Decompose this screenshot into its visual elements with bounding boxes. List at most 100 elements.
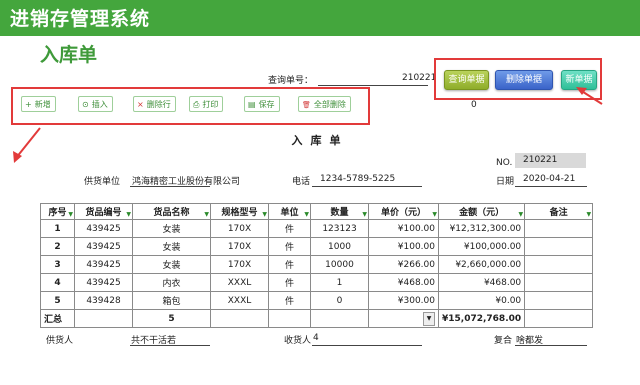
row-index[interactable]: 2 bbox=[40, 237, 75, 256]
column-header[interactable]: 金额（元） ▼ bbox=[437, 203, 526, 220]
spec-cell[interactable]: 170X bbox=[210, 219, 269, 238]
total-empty-cell[interactable] bbox=[210, 309, 269, 328]
date-value[interactable]: 2020-04-21 bbox=[523, 174, 575, 184]
item-code-cell[interactable]: 439425 bbox=[74, 237, 133, 256]
item-name-cell[interactable]: 箱包 bbox=[132, 291, 211, 310]
quantity-cell[interactable]: 1000 bbox=[310, 237, 369, 256]
remark-cell[interactable] bbox=[524, 291, 594, 310]
delete-all-button[interactable]: 🗑 全部删除 bbox=[298, 96, 351, 112]
spec-cell[interactable]: XXXL bbox=[210, 291, 269, 310]
amount-cell[interactable]: ¥100,000.00 bbox=[437, 237, 526, 256]
column-header[interactable]: 备注 ▼ bbox=[524, 203, 594, 220]
item-code-cell[interactable]: 439428 bbox=[74, 291, 133, 310]
column-header[interactable]: 货品名称 ▼ bbox=[132, 203, 211, 220]
column-header[interactable]: 货品编号 ▼ bbox=[74, 203, 133, 220]
column-header[interactable]: 序号 ▼ bbox=[40, 203, 75, 220]
page-number: 0 bbox=[471, 100, 477, 110]
query-number-input[interactable]: 210221 bbox=[402, 73, 436, 83]
total-empty-cell[interactable] bbox=[268, 309, 311, 328]
delete-document-button[interactable]: 删除单据 bbox=[495, 70, 553, 90]
receiver-value[interactable]: 4 bbox=[313, 333, 319, 343]
filter-icon[interactable]: ▼ bbox=[126, 211, 131, 218]
add-button[interactable]: + 新增 bbox=[21, 96, 56, 112]
total-count: 5 bbox=[132, 309, 211, 328]
filter-icon[interactable]: ▼ bbox=[68, 211, 73, 218]
item-name-cell[interactable]: 内衣 bbox=[132, 273, 211, 292]
filter-icon[interactable]: ▼ bbox=[362, 211, 367, 218]
quantity-cell[interactable]: 123123 bbox=[310, 219, 369, 238]
amount-cell[interactable]: ¥2,660,000.00 bbox=[437, 255, 526, 274]
remark-cell[interactable] bbox=[524, 219, 594, 238]
total-amount: ¥15,072,768.00 bbox=[437, 309, 526, 328]
unit-price-cell[interactable]: ¥266.00 bbox=[368, 255, 439, 274]
total-empty-cell[interactable] bbox=[524, 309, 594, 328]
delete-row-button[interactable]: × 删除行 bbox=[133, 96, 176, 112]
quantity-cell[interactable]: 10000 bbox=[310, 255, 369, 274]
insert-button-label: 插入 bbox=[91, 100, 108, 109]
supplier-underline bbox=[130, 186, 210, 187]
spec-cell[interactable]: XXXL bbox=[210, 273, 269, 292]
new-document-button[interactable]: 新单据 bbox=[561, 70, 597, 90]
column-header-label: 序号 bbox=[48, 208, 67, 218]
filter-icon[interactable]: ▼ bbox=[587, 211, 592, 218]
print-button[interactable]: ⎙ 打印 bbox=[189, 96, 224, 112]
print-icon: ⎙ bbox=[193, 100, 200, 109]
unit-cell[interactable]: 件 bbox=[268, 219, 311, 238]
filter-icon[interactable]: ▼ bbox=[304, 211, 309, 218]
unit-cell[interactable]: 件 bbox=[268, 291, 311, 310]
insert-button[interactable]: ⊙ 插入 bbox=[78, 96, 113, 112]
row-index[interactable]: 4 bbox=[40, 273, 75, 292]
remark-cell[interactable] bbox=[524, 273, 594, 292]
quantity-cell[interactable]: 0 bbox=[310, 291, 369, 310]
dropdown-arrow-icon[interactable]: ▼ bbox=[423, 312, 435, 326]
column-header[interactable]: 单位 ▼ bbox=[268, 203, 311, 220]
spec-cell[interactable]: 170X bbox=[210, 255, 269, 274]
filter-icon[interactable]: ▼ bbox=[519, 211, 524, 218]
phone-value[interactable]: 1234-5789-5225 bbox=[320, 174, 395, 184]
amount-cell[interactable]: ¥468.00 bbox=[437, 273, 526, 292]
unit-cell[interactable]: 件 bbox=[268, 273, 311, 292]
row-index[interactable]: 5 bbox=[40, 291, 75, 310]
document-no-value[interactable]: 210221 bbox=[515, 153, 586, 168]
amount-cell[interactable]: ¥0.00 bbox=[437, 291, 526, 310]
filter-icon[interactable]: ▼ bbox=[204, 211, 209, 218]
unit-price-cell[interactable]: ¥300.00 bbox=[368, 291, 439, 310]
item-name-cell[interactable]: 女装 bbox=[132, 255, 211, 274]
remark-cell[interactable] bbox=[524, 237, 594, 256]
unit-price-cell[interactable]: ¥468.00 bbox=[368, 273, 439, 292]
column-header[interactable]: 数量 ▼ bbox=[310, 203, 369, 220]
column-header[interactable]: 单价（元） ▼ bbox=[368, 203, 439, 220]
filter-icon[interactable]: ▼ bbox=[262, 211, 267, 218]
total-label: 汇总 bbox=[40, 309, 75, 328]
total-empty-cell[interactable] bbox=[310, 309, 369, 328]
save-button[interactable]: ▤ 保存 bbox=[244, 96, 280, 112]
inventory-table: 序号 ▼ 货品编号 ▼ 货品名称 ▼ 规格型号 ▼ 单位 ▼ 数量 ▼ 单价（元） ▼ 金额（… bbox=[40, 203, 594, 328]
item-code-cell[interactable]: 439425 bbox=[74, 255, 133, 274]
supplier-label: 供货单位 bbox=[84, 177, 121, 187]
item-code-cell[interactable]: 439425 bbox=[74, 273, 133, 292]
total-dropdown-cell[interactable]: ▼ bbox=[368, 309, 439, 328]
filter-icon[interactable]: ▼ bbox=[432, 211, 437, 218]
item-code-cell[interactable]: 439425 bbox=[74, 219, 133, 238]
receiver-underline bbox=[312, 345, 422, 346]
amount-cell[interactable]: ¥12,312,300.00 bbox=[437, 219, 526, 238]
insert-icon: ⊙ bbox=[82, 100, 89, 109]
row-index[interactable]: 1 bbox=[40, 219, 75, 238]
column-header[interactable]: 规格型号 ▼ bbox=[210, 203, 269, 220]
unit-price-cell[interactable]: ¥100.00 bbox=[368, 237, 439, 256]
quantity-cell[interactable]: 1 bbox=[310, 273, 369, 292]
delete-all-button-label: 全部删除 bbox=[313, 100, 346, 109]
total-empty-cell[interactable] bbox=[74, 309, 133, 328]
table-row: 3 439425 女装 170X 件 10000 ¥266.00 ¥2,660,… bbox=[40, 255, 594, 274]
unit-cell[interactable]: 件 bbox=[268, 237, 311, 256]
unit-cell[interactable]: 件 bbox=[268, 255, 311, 274]
remark-cell[interactable] bbox=[524, 255, 594, 274]
unit-price-cell[interactable]: ¥100.00 bbox=[368, 219, 439, 238]
save-icon: ▤ bbox=[248, 100, 256, 109]
row-index[interactable]: 3 bbox=[40, 255, 75, 274]
item-name-cell[interactable]: 女装 bbox=[132, 237, 211, 256]
item-name-cell[interactable]: 女装 bbox=[132, 219, 211, 238]
query-document-button[interactable]: 查询单据 bbox=[444, 70, 489, 90]
spec-cell[interactable]: 170X bbox=[210, 237, 269, 256]
date-label: 日期 bbox=[496, 177, 515, 187]
